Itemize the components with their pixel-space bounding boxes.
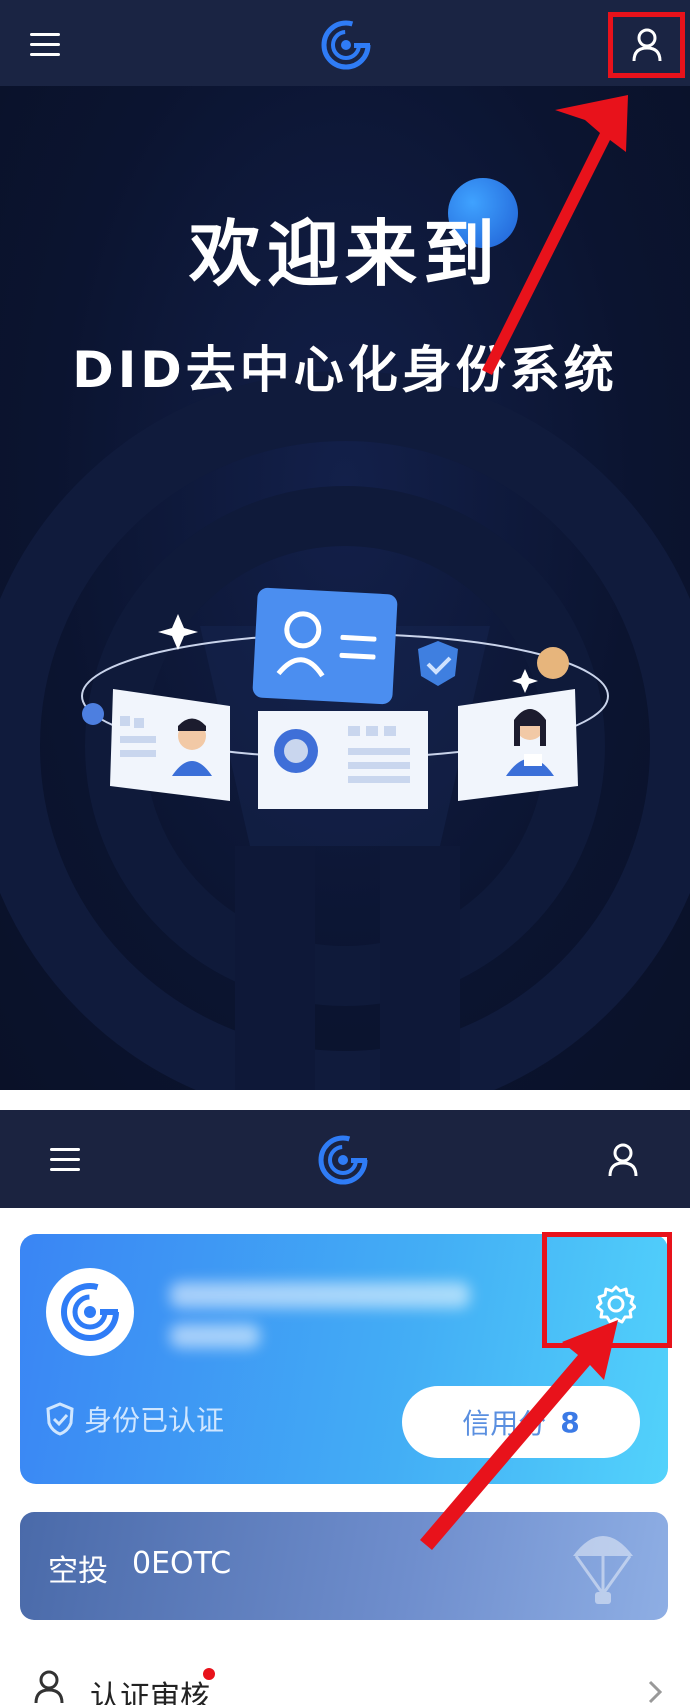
profile-screen: 身份已认证 信用分 8 空投 0EOTC 认证审核	[0, 1110, 690, 1705]
arrow-annotation	[482, 95, 628, 375]
screen-divider	[0, 1090, 690, 1110]
welcome-screen: 欢迎来到 DID去中心化身份系统	[0, 0, 690, 1090]
arrow-annotation	[420, 1320, 618, 1550]
